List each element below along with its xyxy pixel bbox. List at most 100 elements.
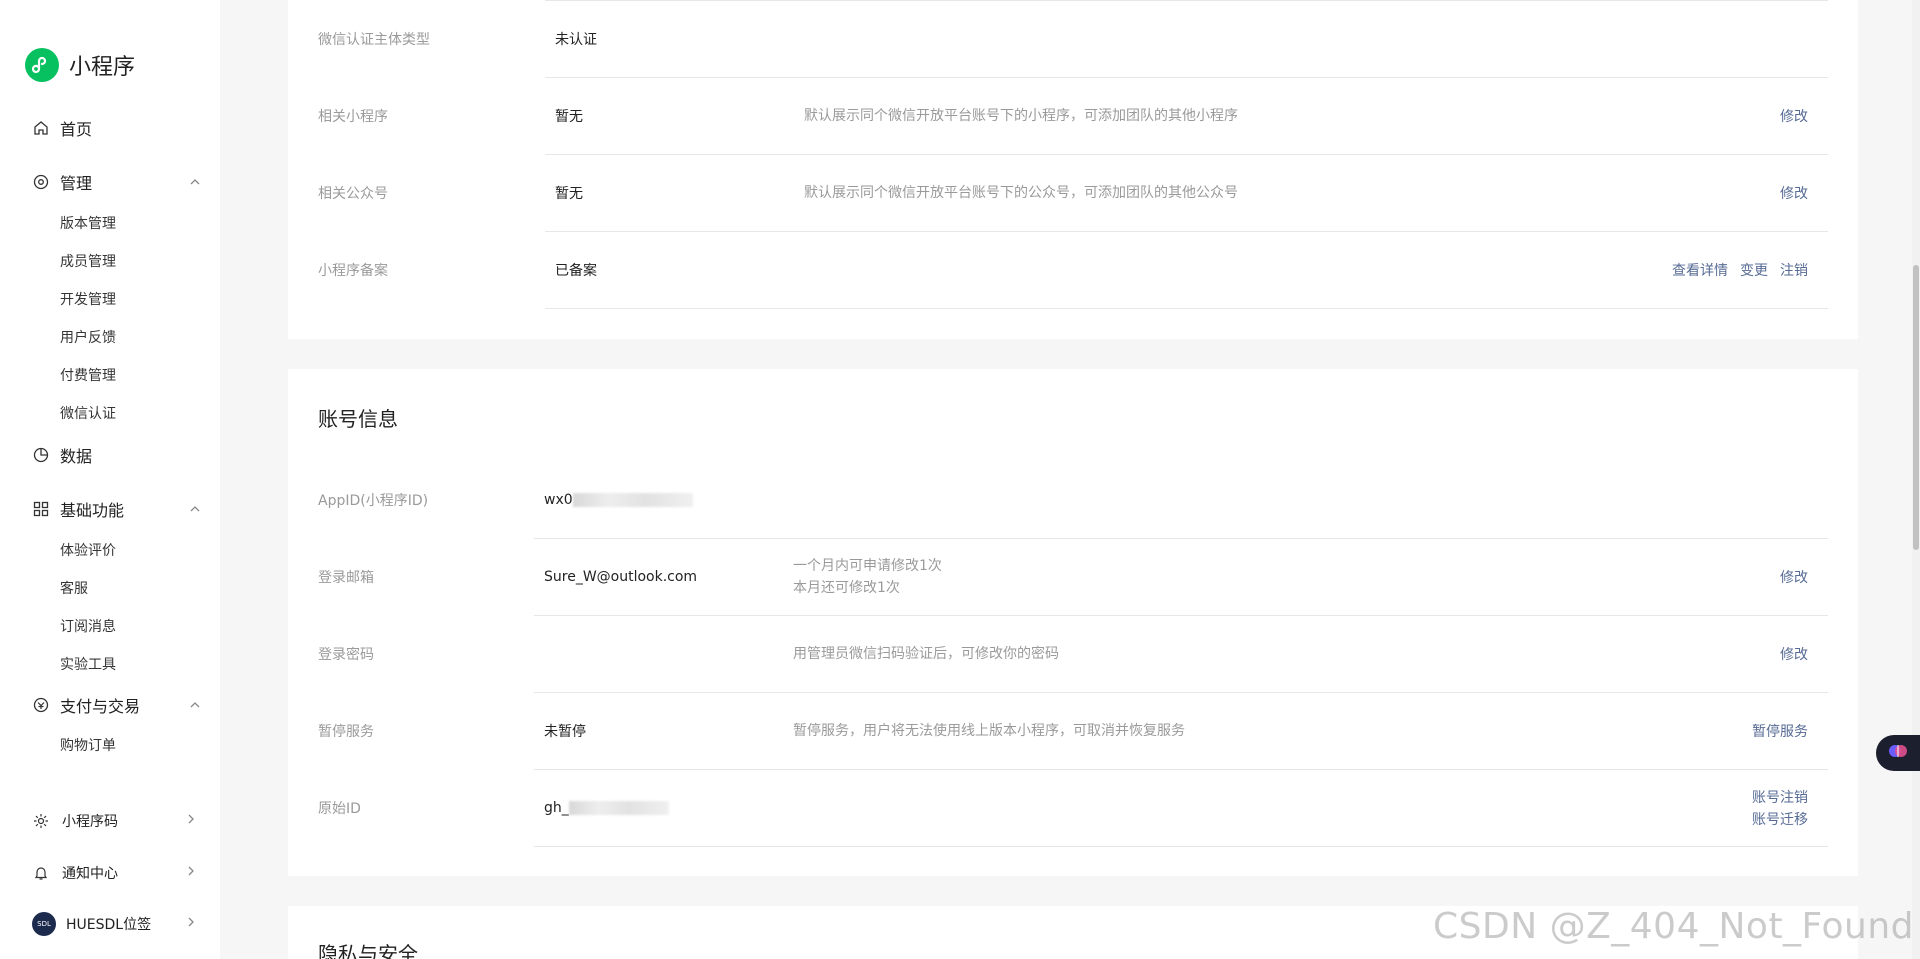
row-appid: AppID(小程序ID) wx0 [288, 461, 1858, 538]
row-original-id: 原始ID gh_ 账号注销 账号迁移 [288, 769, 1858, 846]
chevron-up-icon [188, 175, 202, 189]
row-related-official-account: 相关公众号 暂无 默认展示同个微信开放平台账号下的公众号，可添加团队的其他公众号… [288, 154, 1858, 231]
row-related-miniprogram: 相关小程序 暂无 默认展示同个微信开放平台账号下的小程序，可添加团队的其他小程序… [288, 77, 1858, 154]
account-info-card: 账号信息 AppID(小程序ID) wx0 登录邮箱 Sure_W@outloo… [288, 369, 1858, 876]
row-desc: 默认展示同个微信开放平台账号下的公众号，可添加团队的其他公众号 [804, 184, 1238, 201]
row-actions: 暂停服务 [1752, 721, 1808, 741]
view-details-link[interactable]: 查看详情 [1672, 260, 1728, 280]
manage-icon [32, 173, 50, 191]
nav-member-manage[interactable]: 成员管理 [60, 251, 116, 271]
row-desc-line: 本月还可修改1次 [793, 579, 900, 596]
nav-basic-features[interactable]: 基础功能 [32, 497, 202, 521]
nav-experience-review[interactable]: 体验评价 [60, 540, 116, 560]
appid-prefix: wx0 [544, 491, 573, 508]
bell-icon [32, 864, 50, 882]
nav-qrcode[interactable]: 小程序码 [32, 811, 197, 831]
nav-shopping-orders[interactable]: 购物订单 [60, 735, 116, 755]
avatar: SDL [32, 912, 56, 936]
row-value: 未认证 [555, 31, 597, 48]
row-filing: 小程序备案 已备案 查看详情 变更 注销 [288, 231, 1858, 308]
nav-account-label: HUESDL位签 [66, 917, 152, 933]
row-label: 暂停服务 [318, 723, 374, 740]
nav-qrcode-label: 小程序码 [62, 814, 118, 830]
redacted-original-id [568, 800, 669, 815]
app-logo[interactable]: 小程序 [25, 48, 135, 82]
sidebar: 小程序 首页 管理 版本管理 成员管理 开发管理 用户反馈 付费管理 微信认证 … [0, 0, 220, 959]
app-title: 小程序 [69, 55, 136, 80]
nav-wechat-verify[interactable]: 微信认证 [60, 403, 116, 423]
nav-version-manage[interactable]: 版本管理 [60, 213, 116, 233]
row-label: 微信认证主体类型 [318, 31, 430, 48]
payment-icon [32, 696, 50, 714]
nav-data-label: 数据 [60, 447, 93, 466]
basic-info-card: 微信认证主体类型 未认证 相关小程序 暂无 默认展示同个微信开放平台账号下的小程… [288, 0, 1858, 339]
modify-link[interactable]: 修改 [1780, 183, 1808, 203]
modify-email-link[interactable]: 修改 [1780, 567, 1808, 587]
row-value: Sure_W@outlook.com [544, 568, 698, 585]
change-link[interactable]: 变更 [1740, 260, 1768, 280]
nav-customer-service[interactable]: 客服 [60, 578, 88, 598]
nav-manage-label: 管理 [60, 174, 93, 193]
nav-user-feedback[interactable]: 用户反馈 [60, 327, 116, 347]
chevron-up-icon [188, 502, 202, 516]
row-value: 暂无 [555, 108, 583, 125]
row-login-email: 登录邮箱 Sure_W@outlook.com 一个月内可申请修改1次 本月还可… [288, 538, 1858, 615]
row-desc: 用管理员微信扫码验证后，可修改你的密码 [793, 645, 1059, 662]
pause-service-link[interactable]: 暂停服务 [1752, 721, 1808, 741]
row-label: AppID(小程序ID) [318, 492, 429, 509]
original-id-prefix: gh_ [544, 799, 569, 816]
row-label: 原始ID [318, 800, 361, 817]
floating-assistant-button[interactable] [1876, 735, 1920, 771]
modify-password-link[interactable]: 修改 [1780, 644, 1808, 664]
row-verify-type: 微信认证主体类型 未认证 [288, 0, 1858, 77]
row-actions: 账号注销 账号迁移 [1752, 787, 1808, 829]
divider [545, 308, 1828, 309]
account-cancel-link[interactable]: 账号注销 [1752, 787, 1808, 807]
sun-icon [32, 812, 50, 830]
row-login-password: 登录密码 用管理员微信扫码验证后，可修改你的密码 修改 [288, 615, 1858, 692]
nav-dev-manage[interactable]: 开发管理 [60, 289, 116, 309]
row-value: gh_ [544, 800, 669, 816]
pie-chart-icon [32, 446, 50, 464]
nav-basic-features-label: 基础功能 [60, 501, 125, 520]
nav-notification-center[interactable]: 通知中心 [32, 863, 197, 883]
chevron-right-icon [185, 865, 197, 881]
brain-icon [1888, 741, 1908, 765]
chevron-right-icon [185, 813, 197, 829]
nav-experiment-tools[interactable]: 实验工具 [60, 654, 116, 674]
account-migrate-link[interactable]: 账号迁移 [1752, 809, 1808, 829]
nav-account[interactable]: SDL HUESDL位签 [32, 912, 197, 936]
row-value: 暂无 [555, 185, 583, 202]
row-label: 相关公众号 [318, 185, 388, 202]
nav-data[interactable]: 数据 [32, 443, 202, 467]
nav-notification-label: 通知中心 [62, 866, 118, 882]
nav-manage[interactable]: 管理 [32, 170, 202, 194]
chevron-right-icon [185, 916, 197, 932]
nav-payment-trade[interactable]: 支付与交易 [32, 693, 202, 717]
divider [534, 846, 1828, 847]
row-desc: 一个月内可申请修改1次 本月还可修改1次 [793, 555, 942, 599]
nav-payment-manage[interactable]: 付费管理 [60, 365, 116, 385]
row-label: 相关小程序 [318, 108, 388, 125]
row-label: 登录密码 [318, 646, 374, 663]
row-pause-service: 暂停服务 未暂停 暂停服务，用户将无法使用线上版本小程序，可取消并恢复服务 暂停… [288, 692, 1858, 769]
row-label: 登录邮箱 [318, 569, 374, 586]
watermark: CSDN @Z_404_Not_Found [1433, 906, 1914, 947]
nav-payment-trade-label: 支付与交易 [60, 697, 141, 716]
nav-home[interactable]: 首页 [32, 116, 202, 140]
row-actions: 修改 [1780, 106, 1808, 126]
row-desc-line: 一个月内可申请修改1次 [793, 557, 942, 574]
row-label: 小程序备案 [318, 262, 388, 279]
row-actions: 修改 [1780, 567, 1808, 587]
chevron-up-icon [188, 698, 202, 712]
scrollbar-thumb[interactable] [1913, 265, 1919, 550]
cancel-filing-link[interactable]: 注销 [1780, 260, 1808, 280]
row-actions: 查看详情 变更 注销 [1672, 260, 1808, 280]
row-actions: 修改 [1780, 644, 1808, 664]
row-value: 已备案 [555, 262, 597, 279]
row-desc: 暂停服务，用户将无法使用线上版本小程序，可取消并恢复服务 [793, 722, 1185, 739]
privacy-title: 隐私与安全 [318, 942, 418, 959]
row-value: wx0 [544, 492, 693, 508]
modify-link[interactable]: 修改 [1780, 106, 1808, 126]
nav-subscribe-message[interactable]: 订阅消息 [60, 616, 116, 636]
